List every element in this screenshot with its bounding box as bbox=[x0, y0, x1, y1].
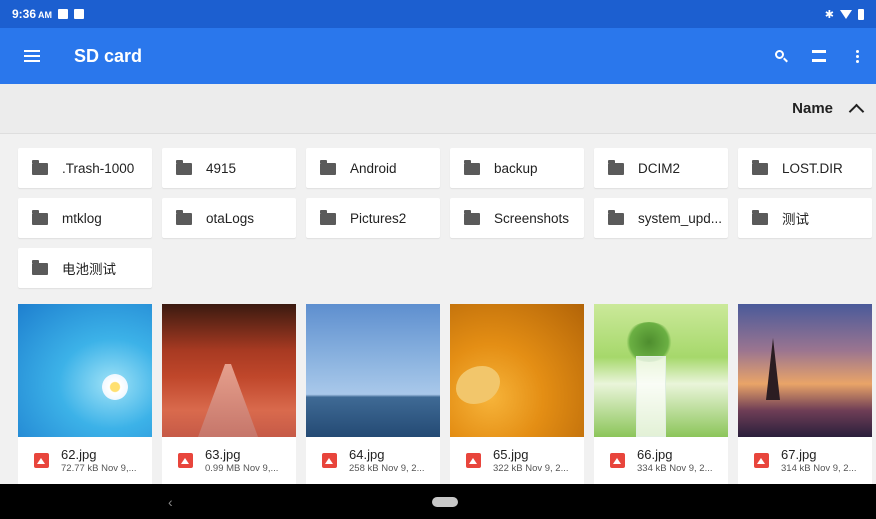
folder-icon bbox=[752, 210, 768, 225]
search-button[interactable] bbox=[762, 28, 800, 84]
photo-item[interactable]: 66.jpg 334 kB Nov 9, 2... bbox=[594, 304, 728, 484]
image-icon bbox=[466, 453, 481, 468]
image-icon bbox=[178, 453, 193, 468]
sd-card-notification-icon bbox=[74, 9, 85, 19]
view-toggle-button[interactable] bbox=[800, 28, 838, 84]
gallery-notification-icon bbox=[58, 9, 69, 19]
app-bar: SD card bbox=[0, 28, 876, 84]
status-bar: 9:36 AM ✱ bbox=[0, 0, 876, 28]
wifi-icon bbox=[840, 9, 852, 19]
folder-item[interactable]: LOST.DIR bbox=[738, 148, 872, 188]
folder-name: LOST.DIR bbox=[782, 160, 843, 176]
folder-name: .Trash-1000 bbox=[62, 160, 135, 176]
photo-item[interactable]: 64.jpg 258 kB Nov 9, 2... bbox=[306, 304, 440, 484]
search-icon bbox=[774, 49, 788, 63]
sort-by-name-button[interactable]: Name bbox=[792, 100, 833, 117]
folder-icon bbox=[752, 160, 768, 175]
folder-item[interactable]: mtklog bbox=[18, 198, 152, 238]
page-title: SD card bbox=[74, 45, 143, 66]
folder-name: 4915 bbox=[206, 160, 237, 176]
photo-grid: 62.jpg 72.77 kB Nov 9,... 63.jpg 0.99 MB N… bbox=[18, 304, 876, 484]
back-button[interactable]: ‹ bbox=[168, 494, 173, 510]
photo-name: 65.jpg bbox=[493, 447, 529, 462]
photo-thumbnail bbox=[450, 304, 584, 437]
image-icon bbox=[34, 453, 49, 468]
photo-info: 72.77 kB Nov 9,... bbox=[61, 463, 137, 474]
photo-thumbnail bbox=[306, 304, 440, 437]
sort-bar: Name bbox=[0, 84, 876, 134]
folder-icon bbox=[32, 160, 48, 175]
more-options-button[interactable] bbox=[838, 28, 876, 84]
more-vert-icon bbox=[855, 49, 859, 63]
photo-name: 63.jpg bbox=[205, 447, 241, 462]
folder-name: Pictures2 bbox=[350, 210, 407, 226]
photo-name: 66.jpg bbox=[637, 447, 673, 462]
photo-item[interactable]: 62.jpg 72.77 kB Nov 9,... bbox=[18, 304, 152, 484]
photo-info: 334 kB Nov 9, 2... bbox=[637, 463, 713, 474]
photo-thumbnail bbox=[18, 304, 152, 437]
folder-name: otaLogs bbox=[206, 210, 255, 226]
battery-icon bbox=[858, 8, 864, 20]
photo-item[interactable]: 67.jpg 314 kB Nov 9, 2... bbox=[738, 304, 872, 484]
folder-icon bbox=[464, 160, 480, 175]
chevron-up-icon[interactable] bbox=[848, 103, 865, 120]
folder-icon bbox=[608, 210, 624, 225]
image-icon bbox=[754, 453, 769, 468]
folder-name: backup bbox=[494, 160, 538, 176]
folder-item[interactable]: system_upd... bbox=[594, 198, 728, 238]
photo-thumbnail bbox=[162, 304, 296, 437]
photo-item[interactable]: 63.jpg 0.99 MB Nov 9,... bbox=[162, 304, 296, 484]
photo-name: 64.jpg bbox=[349, 447, 385, 462]
folder-grid: .Trash-1000 4915 Android backup DCIM2 LO… bbox=[18, 148, 876, 288]
folder-item[interactable]: 电池测试 bbox=[18, 248, 152, 288]
photo-name: 67.jpg bbox=[781, 447, 817, 462]
photo-thumbnail bbox=[594, 304, 728, 437]
folder-name: 测试 bbox=[782, 212, 809, 227]
home-button[interactable] bbox=[432, 497, 458, 507]
folder-item[interactable]: 4915 bbox=[162, 148, 296, 188]
bluetooth-icon: ✱ bbox=[824, 8, 834, 21]
image-icon bbox=[610, 453, 625, 468]
folder-icon bbox=[32, 260, 48, 275]
folder-item[interactable]: backup bbox=[450, 148, 584, 188]
folder-item[interactable]: .Trash-1000 bbox=[18, 148, 152, 188]
list-view-icon bbox=[812, 50, 826, 62]
folder-name: DCIM2 bbox=[638, 160, 681, 176]
folder-item[interactable]: otaLogs bbox=[162, 198, 296, 238]
navigation-bar: ‹ bbox=[0, 484, 876, 519]
folder-item[interactable]: Screenshots bbox=[450, 198, 584, 238]
folder-name: system_upd... bbox=[638, 210, 723, 226]
status-time: 9:36 AM bbox=[12, 7, 53, 21]
folder-icon bbox=[320, 210, 336, 225]
photo-info: 314 kB Nov 9, 2... bbox=[781, 463, 857, 474]
folder-icon bbox=[176, 210, 192, 225]
photo-info: 322 kB Nov 9, 2... bbox=[493, 463, 569, 474]
folder-icon bbox=[176, 160, 192, 175]
folder-icon bbox=[464, 210, 480, 225]
photo-info: 258 kB Nov 9, 2... bbox=[349, 463, 425, 474]
photo-info: 0.99 MB Nov 9,... bbox=[205, 463, 279, 474]
folder-item[interactable]: Pictures2 bbox=[306, 198, 440, 238]
folder-icon bbox=[32, 210, 48, 225]
folder-icon bbox=[320, 160, 336, 175]
photo-name: 62.jpg bbox=[61, 447, 97, 462]
folder-name: 电池测试 bbox=[62, 262, 116, 277]
folder-item[interactable]: Android bbox=[306, 148, 440, 188]
photo-item[interactable]: 65.jpg 322 kB Nov 9, 2... bbox=[450, 304, 584, 484]
image-icon bbox=[322, 453, 337, 468]
folder-item[interactable]: 测试 bbox=[738, 198, 872, 238]
photo-thumbnail bbox=[738, 304, 872, 437]
folder-name: Android bbox=[350, 160, 397, 176]
folder-icon bbox=[608, 160, 624, 175]
folder-name: Screenshots bbox=[494, 210, 570, 226]
menu-button[interactable] bbox=[0, 28, 64, 84]
folder-item[interactable]: DCIM2 bbox=[594, 148, 728, 188]
folder-name: mtklog bbox=[62, 210, 102, 226]
hamburger-icon bbox=[24, 50, 40, 62]
